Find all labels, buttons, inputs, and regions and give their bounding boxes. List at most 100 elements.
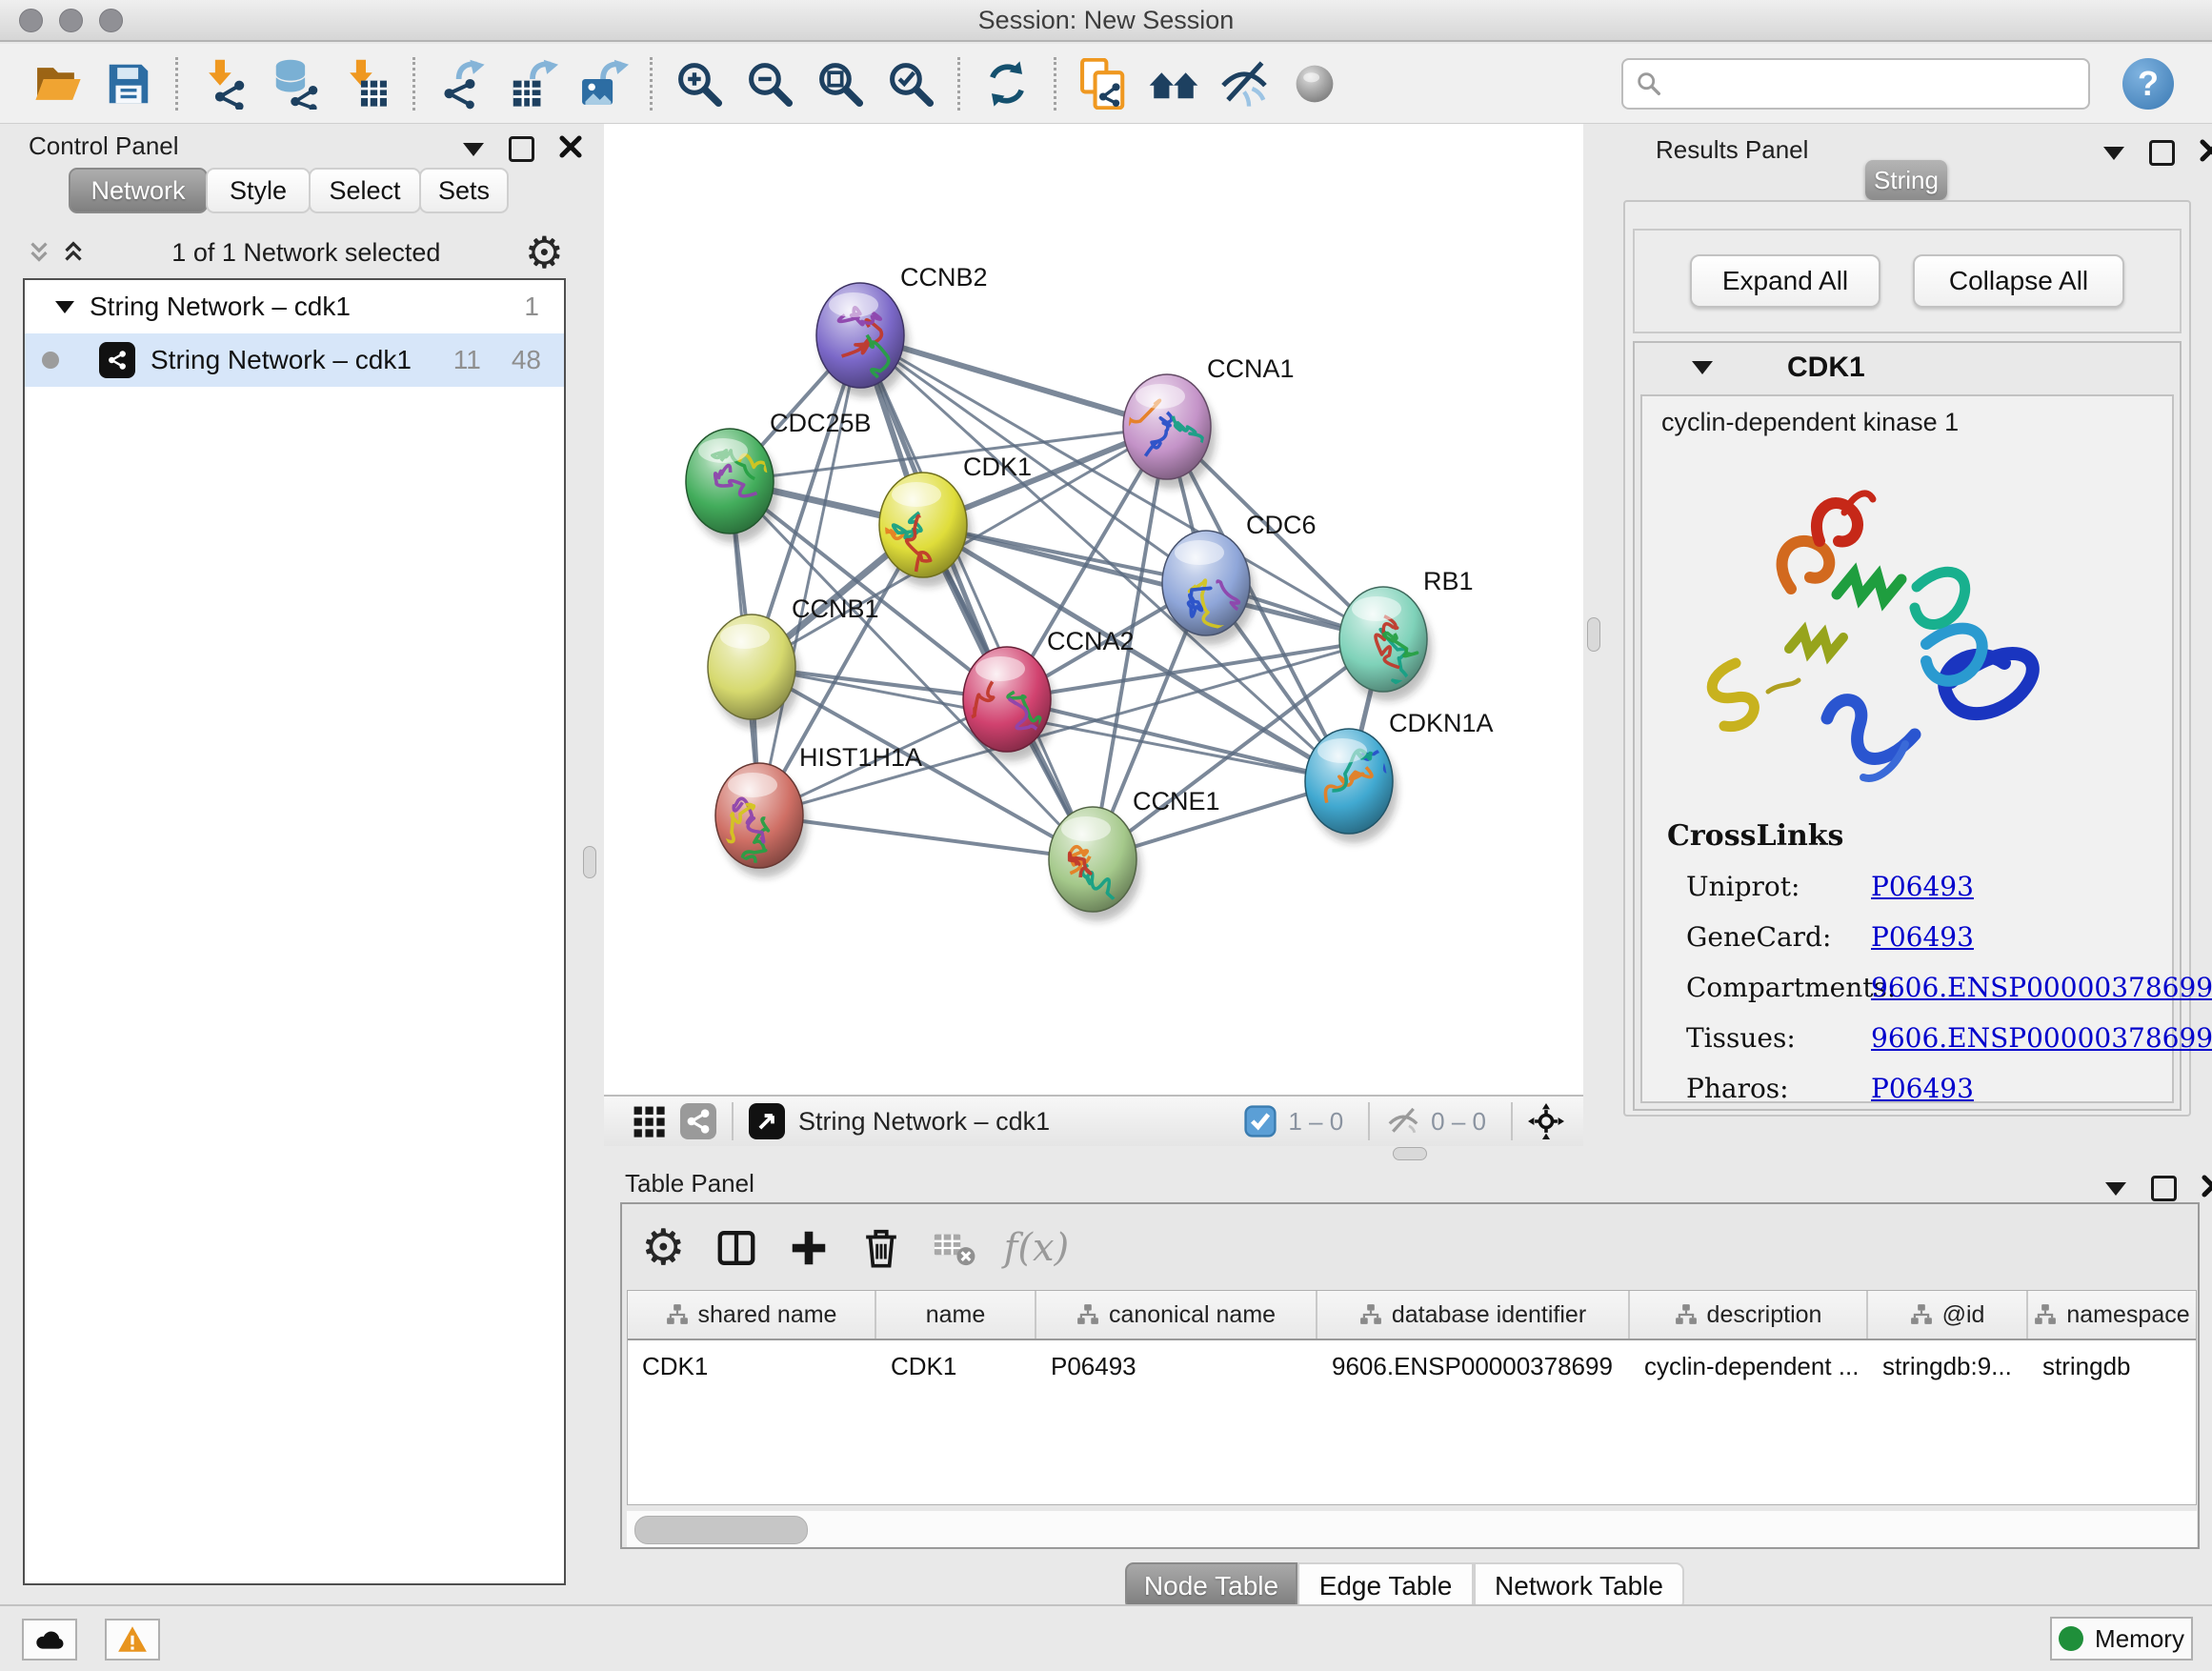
network-node-CCNB1[interactable]: CCNB1 [708, 594, 879, 729]
grid-view-icon[interactable] [631, 1103, 667, 1139]
export-image-icon[interactable] [573, 53, 633, 114]
panel-close-icon[interactable] [559, 135, 582, 163]
import-network-database-icon[interactable] [265, 53, 326, 114]
delete-column-icon[interactable] [859, 1226, 903, 1270]
tab-network[interactable]: Network [69, 168, 208, 213]
zoom-fit-icon[interactable] [810, 53, 871, 114]
panel-menu-icon[interactable] [463, 143, 484, 156]
share-network-icon[interactable] [680, 1103, 716, 1139]
network-node-CDKN1A[interactable]: CDKN1A [1305, 709, 1494, 843]
network-row[interactable]: String Network – cdk1 1148 [25, 333, 564, 387]
section-collapse-caret-icon[interactable] [1692, 361, 1713, 374]
column-header-description[interactable]: description [1630, 1291, 1868, 1339]
level-of-detail-icon[interactable] [1284, 53, 1345, 114]
network-node-HIST1H1A[interactable]: HIST1H1A [710, 743, 922, 877]
zoom-out-icon[interactable] [739, 53, 800, 114]
network-node-RB1[interactable]: RB1 [1339, 567, 1474, 706]
panel-float-icon[interactable] [2149, 140, 2175, 166]
tab-edge-table[interactable]: Edge Table [1297, 1562, 1474, 1610]
cell-canonical-name[interactable]: P06493 [1036, 1340, 1317, 1392]
cell-namespace[interactable]: stringdb [2028, 1340, 2197, 1392]
tab-sets[interactable]: Sets [419, 168, 509, 213]
starter-panel-icon[interactable] [1143, 53, 1204, 114]
import-network-icon[interactable] [194, 53, 255, 114]
help-button[interactable]: ? [2122, 58, 2174, 110]
panel-close-icon[interactable] [2200, 139, 2212, 167]
column-header-name[interactable]: name [876, 1291, 1036, 1339]
panel-float-icon[interactable] [509, 136, 534, 162]
splitter-handle-right[interactable] [1587, 617, 1600, 652]
tab-network-table[interactable]: Network Table [1474, 1562, 1684, 1610]
panel-menu-icon[interactable] [2103, 147, 2124, 160]
show-columns-icon[interactable] [714, 1226, 758, 1270]
export-network-icon[interactable] [432, 53, 493, 114]
column-header-canonical-name[interactable]: canonical name [1036, 1291, 1317, 1339]
splitter-handle-bottom[interactable] [1393, 1147, 1427, 1160]
open-in-window-icon[interactable] [749, 1103, 785, 1139]
column-header-namespace[interactable]: namespace [2028, 1291, 2197, 1339]
hidden-eye-icon[interactable] [1385, 1103, 1421, 1139]
cell-shared-name[interactable]: CDK1 [628, 1340, 876, 1392]
panel-float-icon[interactable] [2151, 1176, 2177, 1201]
tab-node-table[interactable]: Node Table [1125, 1562, 1297, 1610]
tab-select[interactable]: Select [309, 168, 421, 213]
results-panel-title: Results Panel [1656, 135, 1808, 165]
delete-table-icon[interactable] [932, 1226, 975, 1270]
network-node-CDC6[interactable]: CDC6 [1162, 511, 1317, 652]
collection-expand-caret-icon[interactable] [55, 301, 74, 313]
selected-checkbox-icon[interactable] [1242, 1103, 1278, 1139]
expand-all-button[interactable]: Expand All [1690, 254, 1880, 308]
search-input[interactable] [1673, 68, 2077, 99]
zoom-selected-icon[interactable] [880, 53, 941, 114]
search-box[interactable] [1621, 58, 2090, 110]
column-header--id[interactable]: @id [1868, 1291, 2028, 1339]
import-table-icon[interactable] [335, 53, 396, 114]
expand-all-icon[interactable] [59, 238, 88, 267]
table-settings-gear-icon[interactable]: ⚙ [641, 1226, 686, 1270]
network-node-CCNE1[interactable]: CCNE1 [1049, 787, 1220, 921]
save-session-icon[interactable] [98, 53, 159, 114]
zoom-in-icon[interactable] [669, 53, 730, 114]
network-node-CCNA1[interactable]: CCNA1 [1100, 354, 1294, 489]
open-session-icon[interactable] [28, 53, 89, 114]
crosslink-tissues-link[interactable]: 9606.ENSP00000378699 [1871, 1022, 2212, 1054]
crosslink-compartments-link[interactable]: 9606.ENSP00000378699 [1871, 972, 2212, 1003]
cloud-button[interactable] [22, 1619, 77, 1661]
crosslink-genecard-link[interactable]: P06493 [1871, 921, 1974, 953]
fit-selected-icon[interactable] [1528, 1103, 1564, 1139]
cell-database-identifier[interactable]: 9606.ENSP00000378699 [1317, 1340, 1630, 1392]
collapse-all-icon[interactable] [25, 238, 53, 267]
column-header-database-identifier[interactable]: database identifier [1317, 1291, 1630, 1339]
panel-close-icon[interactable] [2202, 1175, 2212, 1202]
network-node-CCNB2[interactable]: CCNB2 [816, 263, 988, 397]
splitter-handle-left[interactable] [583, 846, 596, 878]
network-options-gear-icon[interactable]: ⚙ [525, 231, 564, 274]
control-panel-title: Control Panel [29, 131, 179, 161]
search-icon [1635, 70, 1663, 98]
network-canvas[interactable]: CCNB2CCNA1CDC25BCDK1CDC6RB1CCNB1CCNA2CDK… [604, 124, 1583, 1095]
column-header-shared-name[interactable]: shared name [628, 1291, 876, 1339]
panel-menu-icon[interactable] [2105, 1182, 2126, 1196]
cell-description[interactable]: cyclin-dependent ... [1630, 1340, 1868, 1392]
hide-selected-icon[interactable] [1214, 53, 1275, 114]
clone-network-icon[interactable] [1073, 53, 1134, 114]
export-table-icon[interactable] [502, 53, 563, 114]
memory-button[interactable]: Memory [2050, 1617, 2193, 1661]
table-row[interactable]: CDK1CDK1P064939606.ENSP00000378699cyclin… [628, 1340, 2196, 1392]
application-window: Session: New Session ? Control Panel [0, 0, 2212, 1671]
tab-string[interactable]: String [1865, 160, 1947, 200]
crosslink-uniprot-link[interactable]: P06493 [1871, 871, 1974, 902]
tab-style[interactable]: Style [206, 168, 311, 213]
crosslink-pharos-link[interactable]: P06493 [1871, 1073, 1974, 1104]
create-column-icon[interactable] [787, 1226, 831, 1270]
function-builder-icon[interactable]: f(x) [1004, 1226, 1070, 1270]
warning-button[interactable] [105, 1619, 160, 1661]
cell--id[interactable]: stringdb:9... [1868, 1340, 2028, 1392]
scrollbar-thumb[interactable] [634, 1516, 808, 1544]
table-horizontal-scrollbar[interactable] [627, 1511, 2197, 1547]
network-collection-row[interactable]: String Network – cdk1 1 [25, 280, 564, 333]
cell-name[interactable]: CDK1 [876, 1340, 1036, 1392]
collapse-all-button[interactable]: Collapse All [1913, 254, 2124, 308]
refresh-view-icon[interactable] [976, 53, 1037, 114]
titlebar: Session: New Session [0, 0, 2212, 42]
